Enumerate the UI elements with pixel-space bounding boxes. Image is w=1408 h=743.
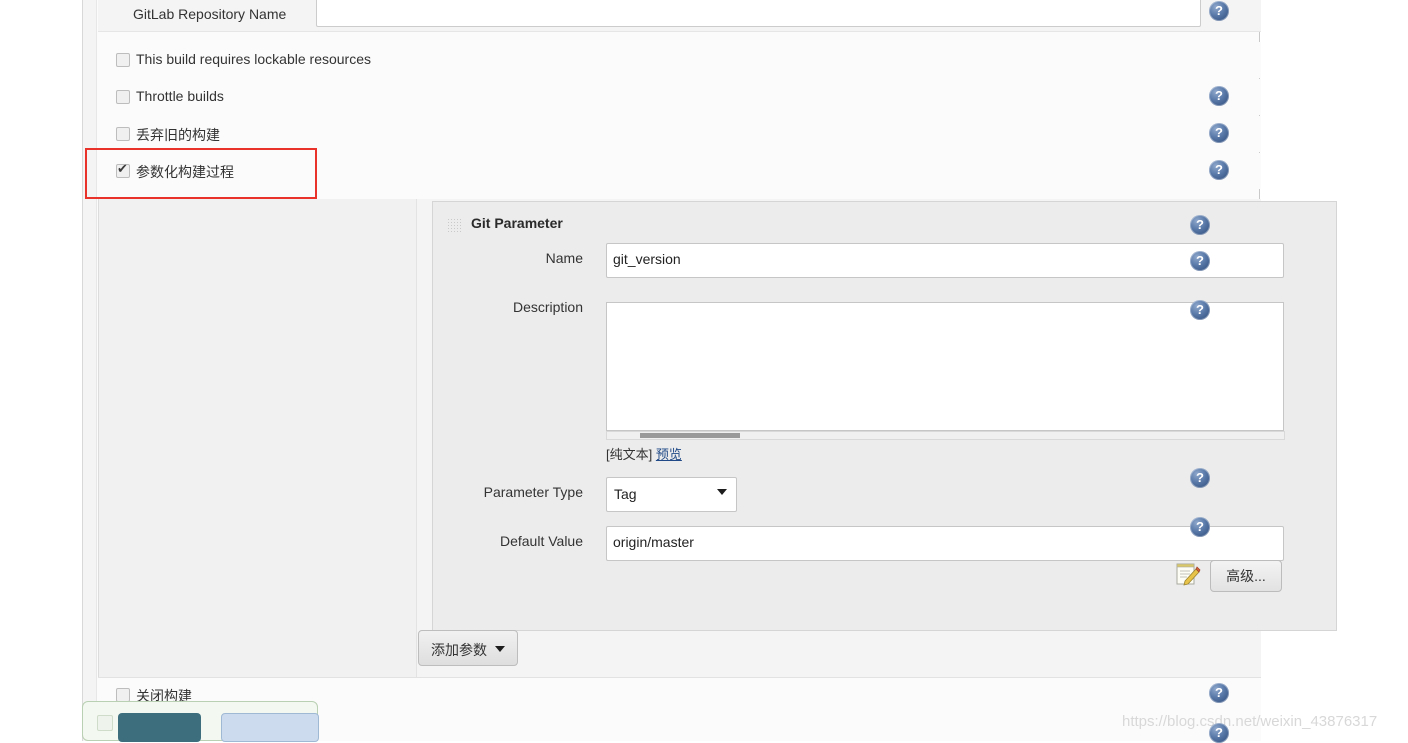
help-icon-discard-old-builds[interactable]: [1209, 123, 1229, 143]
markup-format-type: [纯文本]: [606, 447, 653, 462]
parameter-type-select[interactable]: Tag: [606, 477, 737, 512]
description-label: Description: [512, 299, 583, 315]
checkbox-label-parameterized-build: 参数化构建过程: [136, 164, 234, 180]
name-label: Name: [545, 250, 583, 266]
notepad-pencil-icon: [1174, 560, 1202, 588]
checkbox-disable-build[interactable]: [116, 688, 130, 702]
help-icon-throttle-builds[interactable]: [1209, 86, 1229, 106]
help-icon-name[interactable]: [1190, 251, 1210, 271]
parameter-entries-block: Git Parameter Name git_version Descripti…: [416, 199, 1337, 677]
checkbox-label-discard-old-builds: 丢弃旧的构建: [136, 127, 220, 143]
checkbox-discard-old-builds[interactable]: [116, 127, 130, 141]
help-icon-description[interactable]: [1190, 300, 1210, 320]
gitlab-repository-name-input[interactable]: [316, 0, 1201, 27]
markup-format-note: [纯文本] 预览: [606, 444, 682, 463]
help-icon-git-parameter[interactable]: [1190, 215, 1210, 235]
jenkins-config-page: GitLab Repository Name This build requir…: [82, 0, 1337, 743]
gitlab-repository-name-label: GitLab Repository Name: [133, 6, 287, 22]
checkbox-row-lockable-resources[interactable]: This build requires lockable resources: [98, 42, 1261, 78]
parameters-section: Git Parameter Name git_version Descripti…: [98, 199, 1337, 677]
floating-popup-panel: [82, 701, 319, 742]
popup-primary-button[interactable]: [118, 713, 201, 742]
preview-link[interactable]: 预览: [656, 447, 682, 462]
add-parameter-label: 添加参数: [431, 642, 487, 658]
help-icon-disable-build[interactable]: [1209, 683, 1229, 703]
drag-handle-icon[interactable]: [447, 218, 461, 232]
help-icon-bottom-extra[interactable]: [1209, 723, 1229, 743]
git-parameter-title: Git Parameter: [471, 215, 563, 231]
checkbox-throttle-builds[interactable]: [116, 90, 130, 104]
default-value-input[interactable]: origin/master: [606, 526, 1284, 561]
chevron-down-icon: [495, 646, 505, 652]
help-icon-default-value[interactable]: [1190, 517, 1210, 537]
help-icon-parameterized-build[interactable]: [1209, 160, 1229, 180]
checkbox-parameterized-build[interactable]: [116, 160, 130, 178]
popup-input-field[interactable]: [221, 713, 319, 742]
advanced-button[interactable]: 高级...: [1210, 560, 1282, 592]
gitlab-repository-name-row: GitLab Repository Name: [98, 0, 1261, 32]
left-gutter-strip: [83, 0, 97, 741]
checkbox-label-lockable-resources: This build requires lockable resources: [136, 51, 371, 67]
parameter-type-label: Parameter Type: [483, 484, 583, 500]
help-icon-gitlab-repository-name[interactable]: [1209, 1, 1229, 21]
checkbox-lockable-resources[interactable]: [116, 53, 130, 67]
popup-checkbox[interactable]: [97, 715, 113, 731]
checkbox-row-parameterized-build[interactable]: 参数化构建过程: [98, 153, 1261, 189]
checkbox-row-discard-old-builds[interactable]: 丢弃旧的构建: [98, 116, 1261, 152]
parameter-type-value: Tag: [614, 486, 637, 502]
default-value-label: Default Value: [499, 533, 583, 549]
description-scrollbar[interactable]: [606, 431, 1285, 440]
description-textarea[interactable]: [606, 302, 1284, 431]
description-scrollbar-thumb[interactable]: [640, 433, 740, 438]
add-parameter-button[interactable]: 添加参数: [418, 630, 518, 666]
checkbox-row-throttle-builds[interactable]: Throttle builds: [98, 79, 1261, 115]
name-input[interactable]: git_version: [606, 243, 1284, 278]
checkbox-label-throttle-builds: Throttle builds: [136, 88, 224, 104]
chevron-down-icon: [717, 489, 727, 495]
help-icon-parameter-type[interactable]: [1190, 468, 1210, 488]
parameters-left-rail: [98, 199, 99, 677]
